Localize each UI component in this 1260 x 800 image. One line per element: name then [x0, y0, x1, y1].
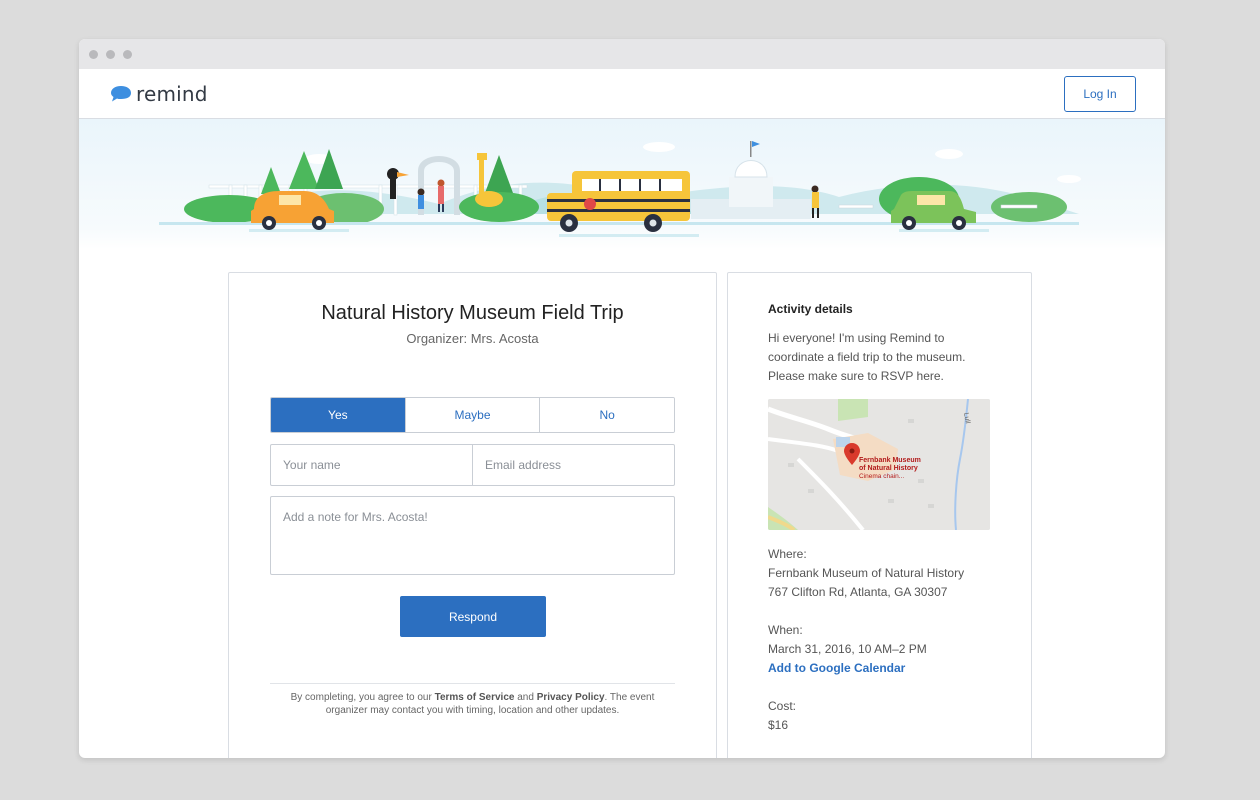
browser-window: remind Log In Natural History Museum Fie… [79, 39, 1165, 758]
site-header: remind Log In [79, 69, 1165, 119]
activity-description: Hi everyone! I'm using Remind to coordin… [768, 331, 966, 383]
cost-label: Cost: [768, 699, 797, 713]
remind-logo[interactable]: remind [110, 82, 208, 106]
cost-section: Cost: $16 [768, 697, 796, 735]
when-value: March 31, 2016, 10 AM–2 PM [768, 642, 927, 656]
window-close-dot[interactable] [89, 50, 98, 59]
activity-details-title: Activity details [768, 302, 853, 316]
cost-value: $16 [768, 718, 789, 732]
rsvp-no-button[interactable]: No [539, 398, 674, 432]
where-section: Where: Fernbank Museum of Natural Histor… [768, 545, 964, 602]
terms-prefix: By completing, you agree to our [290, 692, 435, 703]
privacy-policy-link[interactable]: Privacy Policy [537, 692, 605, 703]
when-section: When: March 31, 2016, 10 AM–2 PM Add to … [768, 621, 927, 678]
map-place-sub: Cinema chain... [859, 473, 904, 480]
terms-divider [270, 683, 675, 684]
email-input[interactable] [472, 445, 674, 485]
field-trip-illustration [79, 119, 1165, 249]
add-to-google-calendar-link[interactable]: Add to Google Calendar [768, 661, 905, 675]
activity-details-card: Activity details Hi everyone! I'm using … [727, 272, 1032, 758]
rsvp-card: Natural History Museum Field Trip Organi… [228, 272, 717, 758]
terms-notice: By completing, you agree to our Terms of… [270, 691, 675, 717]
map-graphic: Fernbank Museum of Natural History Cinem… [768, 399, 990, 530]
map-place-line2: of Natural History [859, 465, 918, 472]
contact-fields [270, 444, 675, 486]
rsvp-yes-button[interactable]: Yes [271, 398, 405, 432]
where-address: 767 Clifton Rd, Atlanta, GA 30307 [768, 585, 948, 599]
event-organizer: Organizer: Mrs. Acosta [406, 331, 539, 346]
event-title: Natural History Museum Field Trip [321, 302, 624, 324]
terms-of-service-link[interactable]: Terms of Service [435, 692, 515, 703]
name-input[interactable] [271, 445, 472, 485]
speech-bubble-logo-icon [111, 86, 131, 102]
terms-and: and [514, 692, 537, 703]
where-name: Fernbank Museum of Natural History [768, 566, 965, 580]
location-map[interactable]: Fernbank Museum of Natural History Cinem… [768, 399, 990, 530]
respond-button[interactable]: Respond [400, 596, 546, 637]
map-place-line1: Fernbank Museum [859, 457, 921, 464]
window-titlebar [79, 39, 1165, 69]
rsvp-maybe-button[interactable]: Maybe [404, 398, 540, 432]
where-label: Where: [768, 547, 807, 561]
illustration-scene [159, 141, 1081, 237]
rsvp-segmented-control: Yes Maybe No [270, 397, 675, 433]
login-button[interactable]: Log In [1064, 76, 1136, 112]
note-textarea[interactable] [270, 496, 675, 575]
window-maximize-dot[interactable] [123, 50, 132, 59]
window-minimize-dot[interactable] [106, 50, 115, 59]
when-label: When: [768, 623, 803, 637]
brand-name: remind [136, 82, 208, 106]
